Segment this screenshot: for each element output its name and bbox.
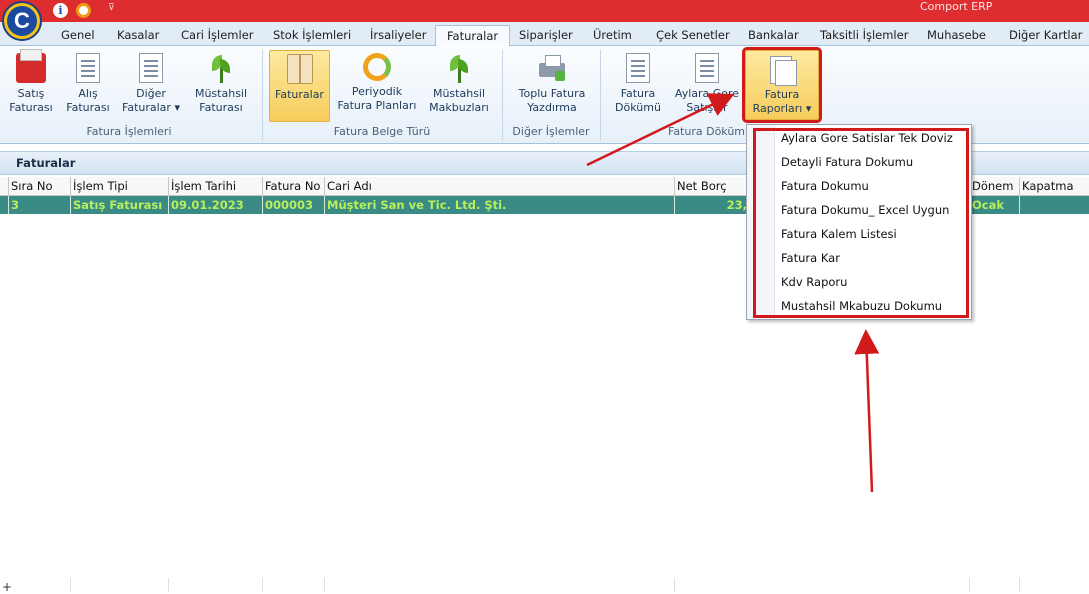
refresh-icon: [363, 53, 391, 81]
cell-kapatma: [1019, 196, 1089, 214]
documents-icon: [767, 54, 797, 86]
col-cari-adi[interactable]: Cari Adı: [324, 177, 674, 196]
dokumu-label-1: Fatura: [620, 87, 656, 100]
printer-icon: [537, 53, 567, 83]
tab-taksitli-islemler[interactable]: Taksitli İşlemler: [809, 25, 919, 46]
alis-label-2: Faturası: [66, 101, 110, 114]
toplu-fatura-yazdirma-button[interactable]: Toplu Fatura Yazdırma: [510, 50, 594, 122]
mustahsil-faturasi-button[interactable]: Müstahsil Faturası: [188, 50, 254, 122]
group-label-fatura-dokumu: Fatura Dökümü: [668, 125, 752, 138]
tab-siparisler[interactable]: Siparişler: [508, 25, 584, 46]
group-separator: [600, 50, 601, 140]
tab-faturalar[interactable]: Faturalar: [435, 25, 511, 47]
cell-islem-tipi: Satış Faturası: [70, 196, 168, 214]
help-ring-icon[interactable]: [76, 3, 91, 18]
tab-bankalar[interactable]: Bankalar: [737, 25, 810, 46]
plant-icon: [444, 53, 474, 83]
diger-label-1: Diğer: [136, 87, 166, 100]
tab-irsaliyeler[interactable]: İrsaliyeler: [359, 25, 437, 46]
menu-item-detayli-fatura-dokumu[interactable]: Detayli Fatura Dokumu: [781, 152, 913, 172]
group-separator: [262, 50, 263, 140]
fatura-raporlari-menu: Aylara Gore Satislar Tek Doviz Detayli F…: [746, 124, 972, 320]
diger-faturalar-button[interactable]: Diğer Faturalar ▾: [120, 50, 182, 122]
faturalar-label: Faturalar: [275, 88, 324, 101]
col-islem-tipi[interactable]: İşlem Tipi: [70, 177, 168, 196]
menu-item-mustahsil-makbuzu-dokumu[interactable]: Mustahsil Mkabuzu Dokumu: [781, 296, 942, 316]
group-label-diger-islemler: Diğer İşlemler: [512, 125, 590, 138]
tab-stok-islemleri[interactable]: Stok İşlemleri: [262, 25, 362, 46]
footer-grid-lines: [0, 578, 1089, 594]
raporlari-label-2: Raporları ▾: [752, 102, 812, 115]
toplu-label-1: Toplu Fatura: [518, 87, 586, 100]
fatura-raporlari-button[interactable]: Fatura Raporları ▾: [742, 47, 822, 123]
periyodik-label-2: Fatura Planları: [337, 99, 417, 112]
document-icon: [76, 53, 100, 83]
alis-faturasi-button[interactable]: Alış Faturası: [62, 50, 114, 122]
tab-cek-senetler[interactable]: Çek Senetler: [645, 25, 741, 46]
menu-item-aylara-gore-satislar[interactable]: Aylara Gore Satislar Tek Doviz: [781, 128, 953, 148]
group-label-fatura-belge-turu: Fatura Belge Türü: [333, 125, 431, 138]
cell-donem: Ocak: [969, 196, 1019, 214]
document-edit-icon: [139, 53, 163, 83]
periyodik-fatura-planlari-button[interactable]: Periyodik Fatura Planları: [336, 50, 418, 122]
menu-item-fatura-dokumu[interactable]: Fatura Dokumu: [781, 176, 869, 196]
col-kapatma[interactable]: Kapatma: [1019, 177, 1089, 196]
app-title: Comport ERP: [920, 0, 993, 13]
raporlari-label-1: Fatura: [764, 88, 800, 101]
menu-item-fatura-dokumu-excel[interactable]: Fatura Dokumu_ Excel Uygun: [781, 200, 949, 220]
menu-item-kdv-raporu[interactable]: Kdv Raporu: [781, 272, 847, 292]
tab-kasalar[interactable]: Kasalar: [106, 25, 170, 46]
expand-icon[interactable]: +: [2, 580, 12, 594]
aylara-gore-satislar-button[interactable]: Aylara Gore Satışlar: [672, 50, 742, 122]
tab-diger-kartlar[interactable]: Diğer Kartlar: [998, 25, 1089, 46]
menu-item-fatura-kar[interactable]: Fatura Kar: [781, 248, 840, 268]
makbuz-label-1: Müstahsil: [432, 87, 486, 100]
satis-label-1: Satış: [17, 87, 45, 100]
mustahsil-label-1: Müstahsil: [194, 87, 248, 100]
document-icon: [695, 53, 719, 83]
customize-quick-access-icon[interactable]: ⊽: [108, 3, 115, 13]
plant-icon: [206, 53, 236, 83]
aylara-label-2: Satışlar: [686, 101, 728, 114]
group-label-fatura-islemleri: Fatura İşlemleri: [86, 125, 172, 138]
info-icon[interactable]: i: [53, 3, 68, 18]
periyodik-label-1: Periyodik: [351, 85, 403, 98]
mustahsil-label-2: Faturası: [199, 101, 243, 114]
satis-label-2: Faturası: [9, 101, 53, 114]
makbuz-label-2: Makbuzları: [429, 101, 489, 114]
mustahsil-makbuzlari-button[interactable]: Müstahsil Makbuzları: [424, 50, 494, 122]
col-fatura-no[interactable]: Fatura No: [262, 177, 324, 196]
satis-faturasi-button[interactable]: Satış Faturası: [4, 49, 58, 122]
dokumu-label-2: Dökümü: [615, 101, 661, 114]
fatura-dokumu-button[interactable]: Fatura Dökümü: [610, 50, 666, 122]
title-bar: i ⊽ Comport ERP: [0, 0, 1089, 22]
cell-islem-tarihi: 09.01.2023: [168, 196, 262, 214]
col-donem[interactable]: Dönem: [969, 177, 1019, 196]
aylara-label-1: Aylara Gore: [674, 87, 740, 100]
arrow-to-menu: [854, 329, 880, 493]
cell-fatura-no: 000003: [262, 196, 324, 214]
red-folder-icon: [16, 49, 46, 83]
book-icon: [286, 54, 313, 84]
cell-sira-no: 3: [8, 196, 70, 214]
tab-genel[interactable]: Genel: [50, 25, 106, 46]
alis-label-1: Alış: [78, 87, 98, 100]
tab-muhasebe[interactable]: Muhasebe: [916, 25, 997, 46]
app-logo-button[interactable]: C: [2, 1, 42, 41]
app-logo-letter: C: [7, 6, 37, 36]
toplu-label-2: Yazdırma: [527, 101, 577, 114]
col-islem-tarihi[interactable]: İşlem Tarihi: [168, 177, 262, 196]
ribbon-tabs: Genel Kasalar Cari İşlemler Stok İşlemle…: [0, 22, 1089, 47]
tab-uretim[interactable]: Üretim: [582, 25, 643, 46]
diger-label-2: Faturalar ▾: [122, 101, 180, 114]
menu-item-fatura-kalem-listesi[interactable]: Fatura Kalem Listesi: [781, 224, 897, 244]
cell-cari-adi: Müşteri San ve Tic. Ltd. Şti.: [324, 196, 674, 214]
tab-cari-islemler[interactable]: Cari İşlemler: [170, 25, 265, 46]
col-sira-no[interactable]: Sıra No: [8, 177, 70, 196]
document-icon: [626, 53, 650, 83]
faturalar-button[interactable]: Faturalar: [269, 50, 330, 122]
